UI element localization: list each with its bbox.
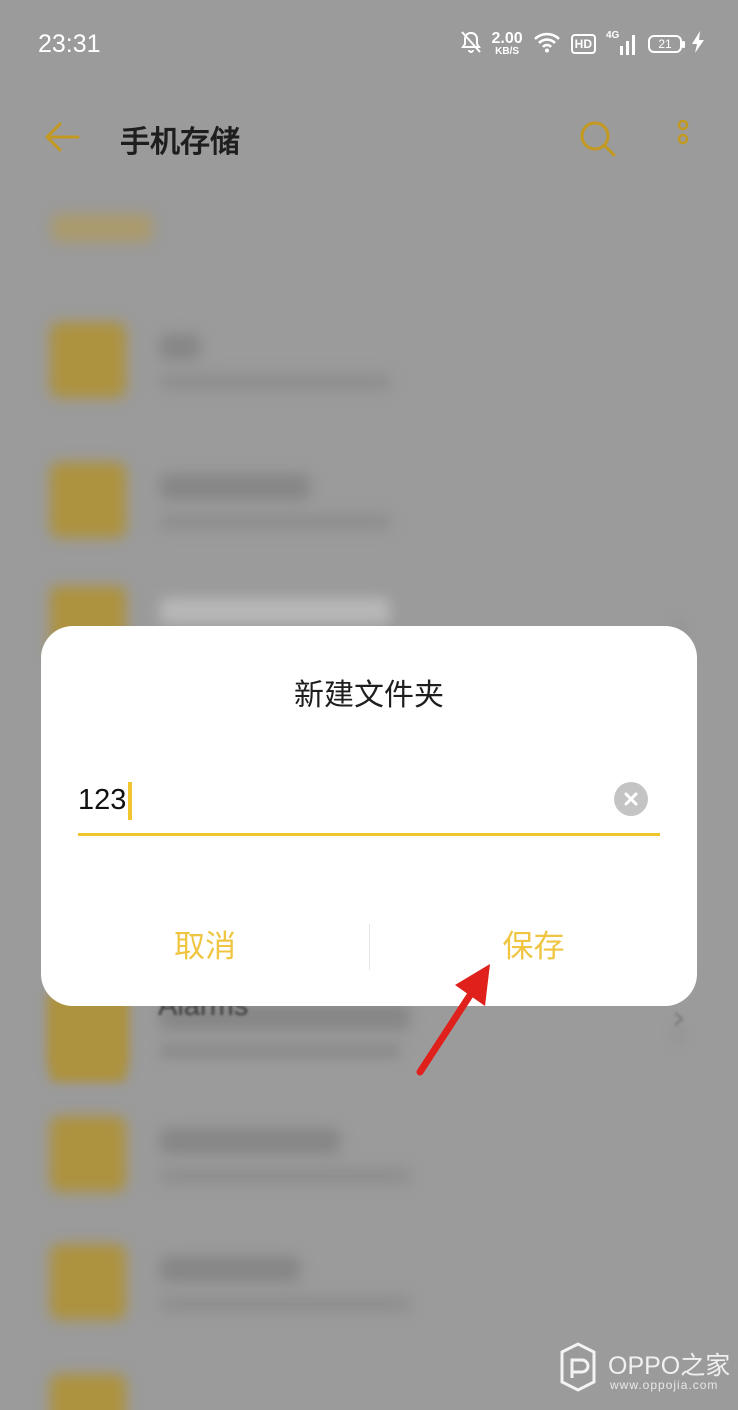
net-speed-unit: KB/S [495, 46, 520, 57]
wifi-icon [533, 31, 561, 57]
status-bar: 23:31 2.00 KB/S HD 4G 21 [0, 0, 738, 90]
list-item-title [160, 598, 390, 624]
app-header: 手机存储 [0, 95, 738, 185]
folder-icon [50, 322, 126, 398]
list-item[interactable] [0, 308, 738, 418]
watermark: OPPO之家 www.oppojia.com [556, 1340, 730, 1398]
watermark-logo-icon [556, 1342, 600, 1396]
status-icons: 2.00 KB/S HD 4G 21 [460, 30, 704, 58]
list-item-meta [160, 1296, 410, 1312]
clear-icon[interactable] [614, 782, 648, 816]
list-item-meta [160, 514, 390, 530]
status-time: 23:31 [38, 30, 101, 58]
watermark-url: www.oppojia.com [610, 1378, 719, 1392]
folder-icon [50, 1374, 126, 1410]
list-item-title [160, 1128, 340, 1154]
signal-icon: 4G [606, 30, 638, 56]
folder-icon [50, 462, 126, 538]
folder-icon [50, 1244, 126, 1320]
net-speed-value: 2.00 [491, 30, 523, 47]
list-item[interactable] [0, 1102, 738, 1212]
search-icon[interactable] [576, 117, 618, 163]
net-speed: 2.00 KB/S [492, 31, 523, 57]
back-arrow-icon[interactable] [42, 117, 82, 161]
list-item[interactable] [0, 448, 738, 558]
list-item-title [160, 334, 200, 360]
list-item[interactable] [0, 1230, 738, 1340]
list-item-meta [160, 1042, 400, 1060]
charging-icon [692, 31, 704, 57]
more-options-icon[interactable] [670, 117, 696, 161]
annotation-arrow-icon [400, 950, 510, 1084]
folder-icon [50, 1116, 126, 1192]
text-cursor [128, 782, 132, 820]
list-item-title [160, 474, 310, 500]
watermark-brand: OPPO之家 [608, 1352, 731, 1380]
cancel-button[interactable]: 取消 [41, 916, 369, 978]
list-item-meta [160, 1168, 410, 1184]
hd-badge: HD [570, 34, 596, 54]
dialog-title: 新建文件夹 [294, 678, 444, 713]
folder-name-input[interactable]: 123 [78, 776, 660, 836]
battery-indicator: 21 [648, 35, 685, 53]
folder-name-value: 123 [78, 784, 127, 816]
list-item-title [160, 1256, 300, 1282]
page-title: 手机存储 [120, 125, 240, 160]
new-folder-dialog: 新建文件夹 123 取消 保存 [41, 626, 697, 1006]
list-item-meta [160, 374, 390, 390]
section-header [52, 214, 152, 242]
bell-muted-icon [460, 30, 482, 58]
